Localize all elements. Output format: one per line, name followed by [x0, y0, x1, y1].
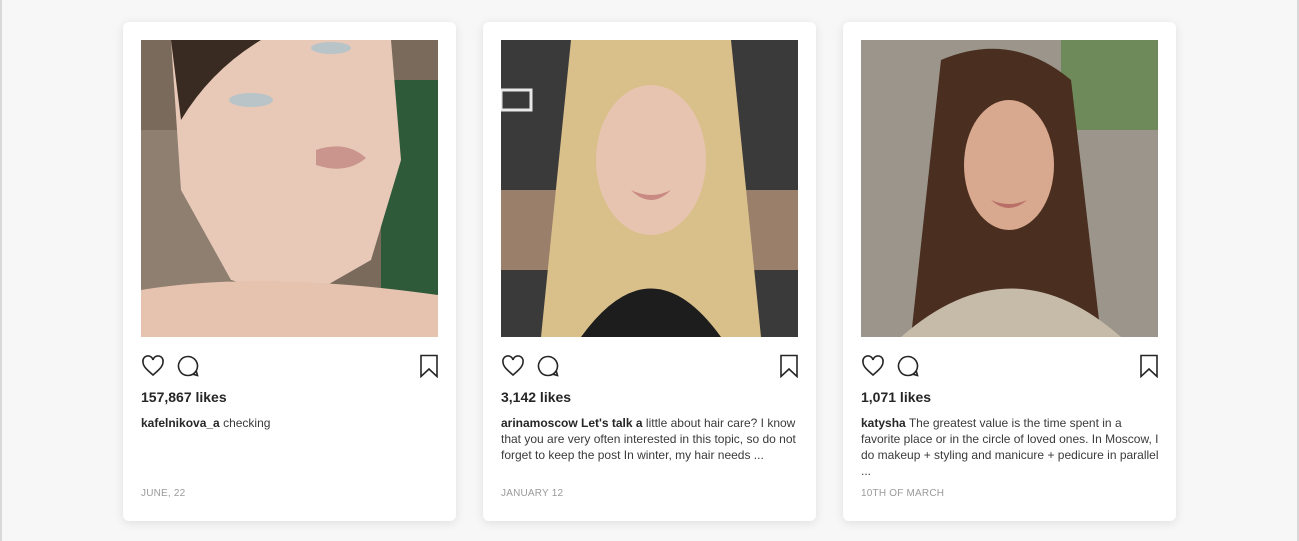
post-card: 1,071 likes katysha The greatest value i…: [843, 22, 1176, 521]
caption-text: The greatest value is the time spent in …: [861, 416, 1159, 478]
post-card: 3,142 likes arinamoscow Let's talk a lit…: [483, 22, 816, 521]
likes-count[interactable]: 157,867 likes: [141, 389, 227, 405]
post-caption: katysha The greatest value is the time s…: [861, 415, 1161, 479]
heart-icon[interactable]: [501, 354, 525, 378]
likes-count[interactable]: 1,071 likes: [861, 389, 931, 405]
post-date: JANUARY 12: [501, 488, 564, 499]
portrait-photo-2: [501, 40, 798, 337]
heart-icon[interactable]: [861, 354, 885, 378]
post-card: 157,867 likes kafelnikova_a checking JUN…: [123, 22, 456, 521]
post-date: 10TH OF MARCH: [861, 488, 945, 499]
post-photo[interactable]: [861, 40, 1158, 337]
username-link[interactable]: arinamoscow Let's talk a: [501, 416, 643, 430]
comment-bubble-icon[interactable]: [536, 354, 560, 378]
post-caption: arinamoscow Let's talk a little about ha…: [501, 415, 801, 463]
bookmark-icon[interactable]: [1137, 354, 1161, 378]
post-photo[interactable]: [501, 40, 798, 337]
caption-text: checking: [223, 416, 271, 430]
comment-bubble-icon[interactable]: [896, 354, 920, 378]
heart-icon[interactable]: [141, 354, 165, 378]
likes-count[interactable]: 3,142 likes: [501, 389, 571, 405]
post-caption: kafelnikova_a checking: [141, 415, 441, 431]
comment-bubble-icon[interactable]: [176, 354, 200, 378]
portrait-photo-1: [141, 40, 438, 337]
bookmark-icon[interactable]: [417, 354, 441, 378]
bookmark-icon[interactable]: [777, 354, 801, 378]
username-link[interactable]: katysha: [861, 416, 906, 430]
post-actions: [501, 354, 798, 380]
post-photo[interactable]: [141, 40, 438, 337]
post-date: JUNE, 22: [141, 488, 186, 499]
username-link[interactable]: kafelnikova_a: [141, 416, 220, 430]
portrait-photo-3: [861, 40, 1158, 337]
post-actions: [141, 354, 438, 380]
page-left-border: [0, 0, 2, 541]
post-actions: [861, 354, 1158, 380]
